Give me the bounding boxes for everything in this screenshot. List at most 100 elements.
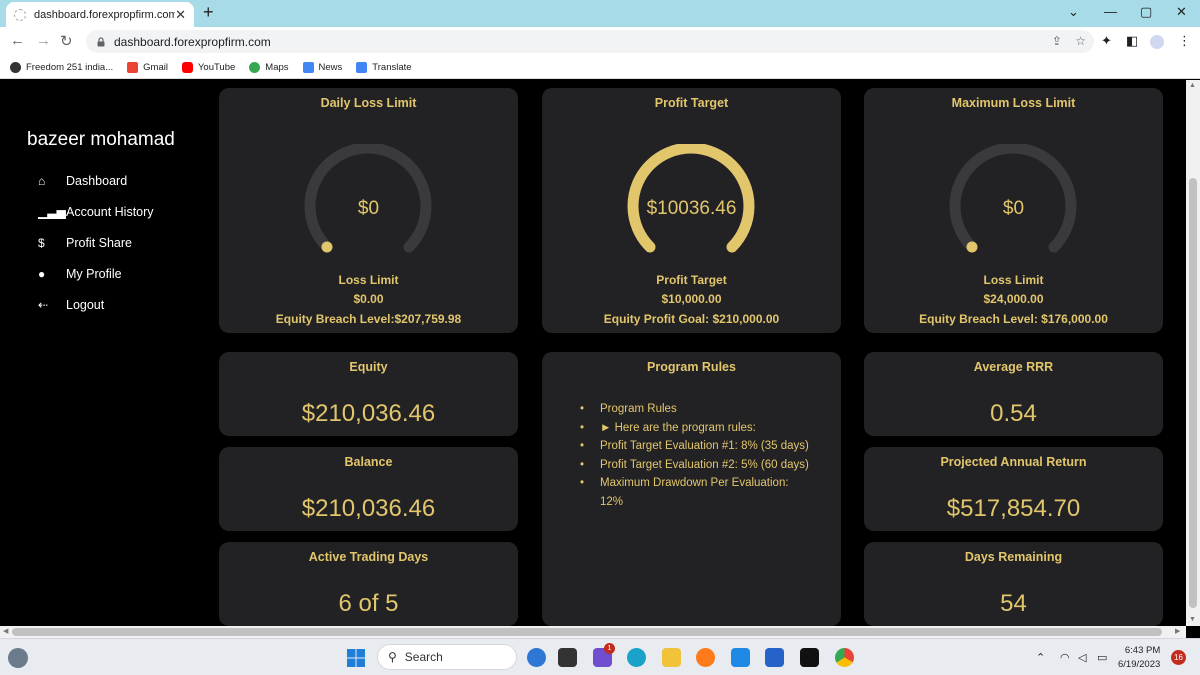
gauge-start-dot — [321, 241, 333, 253]
card-title: Days Remaining — [964, 550, 1063, 564]
scroll-up-icon[interactable]: ▲ — [1189, 82, 1196, 89]
card-title: Daily Loss Limit — [320, 96, 417, 110]
browser-toolbar: ← → ↻ dashboard.forexpropfirm.com ⇪ ☆ ✦ … — [0, 27, 1200, 56]
average-rrr-value: 0.54 — [990, 400, 1037, 427]
windows-taskbar: ⚲ Search 1 ⌃ ◠ ◁ ▭ 6:43 PM 6/19/2023 16 — [0, 638, 1200, 675]
new-tab-button[interactable]: + — [203, 2, 214, 23]
sidebar-item-my-profile[interactable]: ● My Profile — [38, 258, 154, 289]
tradingview-icon[interactable] — [800, 648, 819, 667]
gauge-value: $10036.46 — [646, 198, 737, 219]
firefox-icon[interactable] — [696, 648, 715, 667]
tab-search-icon[interactable]: ⌄ — [1068, 4, 1079, 20]
monitor-app-icon[interactable] — [731, 648, 750, 667]
store-icon[interactable] — [765, 648, 784, 667]
battery-icon[interactable]: ▭ — [1097, 651, 1107, 664]
logout-icon: ⇠ — [38, 297, 49, 312]
bookmark-news[interactable]: News — [302, 61, 342, 73]
dollar-icon: $ — [38, 235, 45, 250]
windows-start-icon[interactable] — [347, 649, 365, 667]
volume-icon[interactable]: ◁ — [1078, 651, 1086, 664]
search-icon: ⚲ — [388, 650, 397, 664]
browser-tab[interactable]: dashboard.forexpropfirm.com ✕ — [6, 2, 194, 27]
profile-avatar[interactable] — [1150, 35, 1164, 49]
vertical-scrollbar[interactable]: ▲ ▼ — [1186, 80, 1200, 626]
sidebar-item-label: Dashboard — [66, 173, 128, 188]
rule-item: Profit Target Evaluation #2: 5% (60 days… — [580, 456, 810, 475]
sidebar: bazeer mohamad ⌂ Dashboard ▁▃▅ Account H… — [0, 80, 210, 626]
bookmark-freedom[interactable]: Freedom 251 india... — [10, 61, 113, 73]
sidebar-item-profit-share[interactable]: $ Profit Share — [38, 227, 154, 258]
user-icon: ● — [38, 266, 46, 281]
browser-menu-icon[interactable]: ⋮ — [1178, 33, 1191, 49]
projected-annual-return-value: $517,854.70 — [946, 495, 1081, 522]
bookmark-youtube[interactable]: YouTube — [181, 61, 235, 73]
card-title: Balance — [344, 455, 393, 469]
sidebar-item-logout[interactable]: ⇠ Logout — [38, 289, 154, 320]
rule-item: ► Here are the program rules: — [580, 419, 810, 438]
gauge-value: $0 — [357, 198, 380, 219]
gauge-caption: Loss Limit — [983, 273, 1044, 287]
bing-icon[interactable] — [527, 648, 546, 667]
close-tab-icon[interactable]: ✕ — [175, 7, 186, 23]
scroll-down-icon[interactable]: ▼ — [1189, 616, 1196, 623]
card-title: Equity — [349, 360, 388, 374]
scroll-left-icon[interactable]: ◀ — [3, 627, 8, 635]
share-icon[interactable]: ⇪ — [1052, 34, 1062, 48]
horizontal-scroll-thumb[interactable] — [12, 628, 1162, 636]
bar-chart-icon: ▁▃▅ — [38, 204, 66, 219]
taskbar-search[interactable]: ⚲ Search — [377, 644, 517, 670]
widgets-icon[interactable] — [8, 648, 28, 668]
active-trading-days-value: 6 of 5 — [338, 590, 399, 617]
sidebar-nav: ⌂ Dashboard ▁▃▅ Account History $ Profit… — [38, 165, 154, 320]
gauge-equity-level: Equity Breach Level:$207,759.98 — [275, 312, 462, 326]
gauge-limit: $10,000.00 — [661, 292, 722, 306]
show-hidden-icons[interactable]: ⌃ — [1036, 651, 1045, 664]
profit-target-card: Profit Target $10036.46 Profit Target $1… — [542, 88, 841, 333]
chat-badge: 1 — [604, 643, 615, 654]
card-title: Maximum Loss Limit — [951, 96, 1076, 110]
vertical-scroll-thumb[interactable] — [1189, 178, 1197, 608]
clock-time: 6:43 PM — [1124, 645, 1161, 656]
browser-tab-bar: dashboard.forexpropfirm.com ✕ + ⌄ — ▢ ✕ — [0, 0, 1200, 27]
sidebar-item-account-history[interactable]: ▁▃▅ Account History — [38, 196, 154, 227]
projected-annual-return-card: Projected Annual Return $517,854.70 — [864, 447, 1163, 531]
wifi-icon[interactable]: ◠ — [1060, 651, 1070, 664]
days-remaining-value: 54 — [1000, 590, 1027, 617]
user-name: bazeer mohamad — [27, 129, 175, 150]
forward-button[interactable]: → — [36, 32, 51, 49]
address-bar[interactable]: dashboard.forexpropfirm.com ⇪ ☆ — [86, 30, 1094, 53]
reload-button[interactable]: ↻ — [60, 32, 73, 50]
tab-title: dashboard.forexpropfirm.com — [34, 8, 176, 21]
balance-card: Balance $210,036.46 — [219, 447, 518, 531]
minimize-button[interactable]: — — [1104, 4, 1117, 19]
scroll-right-icon[interactable]: ▶ — [1175, 627, 1180, 635]
close-window-button[interactable]: ✕ — [1176, 4, 1187, 20]
news-icon — [302, 61, 314, 73]
file-explorer-icon[interactable] — [662, 648, 681, 667]
extensions-icon[interactable]: ✦ — [1101, 33, 1112, 49]
card-title: Projected Annual Return — [940, 455, 1087, 469]
program-rules-card: Program Rules Program Rules ► Here are t… — [542, 352, 841, 626]
active-trading-days-card: Active Trading Days 6 of 5 — [219, 542, 518, 626]
bookmark-star-icon[interactable]: ☆ — [1075, 34, 1086, 48]
gauge-limit: $24,000.00 — [983, 292, 1044, 306]
bookmark-maps[interactable]: Maps — [249, 61, 289, 73]
chrome-icon[interactable] — [835, 648, 854, 667]
side-panel-icon[interactable]: ◧ — [1126, 33, 1138, 49]
bookmarks-bar: Freedom 251 india... Gmail YouTube Maps … — [0, 56, 1200, 79]
balance-value: $210,036.46 — [301, 495, 436, 522]
bookmark-translate[interactable]: Translate — [356, 61, 412, 73]
notification-badge[interactable]: 16 — [1171, 650, 1186, 665]
system-clock[interactable]: 6:43 PM 6/19/2023 — [1118, 644, 1160, 672]
translate-icon — [356, 61, 368, 73]
maximize-button[interactable]: ▢ — [1140, 4, 1152, 20]
lock-icon — [97, 36, 105, 46]
back-button[interactable]: ← — [10, 32, 25, 49]
sidebar-item-label: My Profile — [66, 266, 122, 281]
gauge-value: $0 — [1002, 198, 1025, 219]
sidebar-item-dashboard[interactable]: ⌂ Dashboard — [38, 165, 154, 196]
horizontal-scrollbar[interactable]: ◀ ▶ — [0, 626, 1186, 638]
bookmark-gmail[interactable]: Gmail — [127, 61, 168, 73]
task-view-icon[interactable] — [558, 648, 577, 667]
edge-icon[interactable] — [627, 648, 646, 667]
